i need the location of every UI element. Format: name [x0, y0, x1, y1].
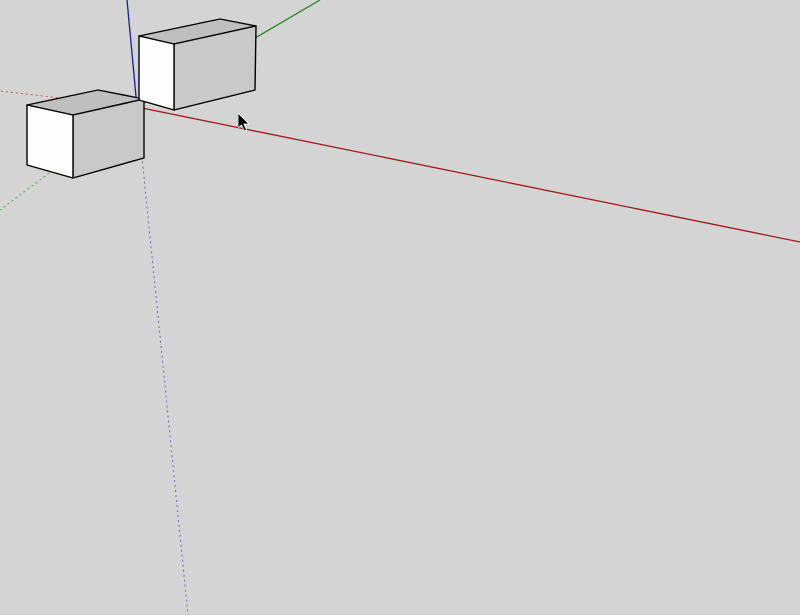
box-left[interactable]	[27, 90, 144, 178]
axis-z-negative	[137, 107, 188, 615]
box-left-front-face	[27, 105, 73, 178]
box-right[interactable]	[139, 19, 256, 110]
axis-x-positive	[137, 107, 800, 242]
axis-z-positive	[127, 0, 137, 107]
scene-svg	[0, 0, 800, 615]
viewport-3d[interactable]	[0, 0, 800, 615]
box-right-front-face	[139, 36, 174, 110]
